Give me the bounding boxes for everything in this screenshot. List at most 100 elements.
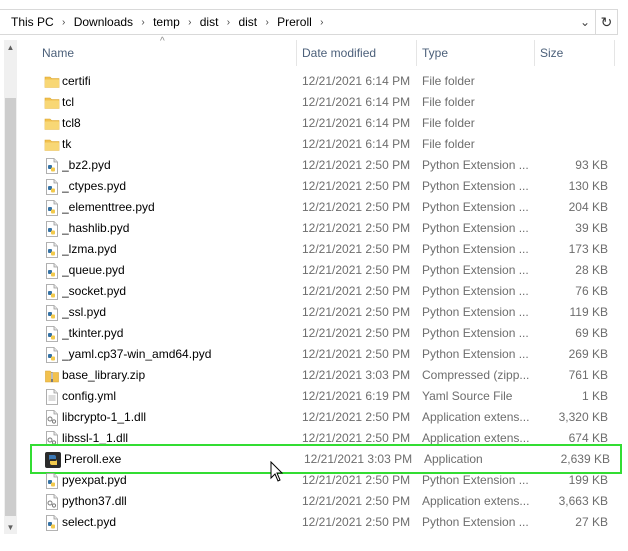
file-type: Python Extension ... [422,263,529,277]
file-row[interactable]: _socket.pyd 12/21/2021 2:50 PM Python Exte… [30,281,624,302]
breadcrumb-separator-icon[interactable]: › [134,17,152,28]
folder-icon [44,74,60,90]
file-size: 28 KB [575,263,608,277]
breadcrumb-item[interactable]: dist [199,15,220,29]
file-name: base_library.zip [62,368,146,382]
python-file-icon [44,221,60,237]
file-row[interactable]: _elementtree.pyd 12/21/2021 2:50 PM Python… [30,197,624,218]
file-name: config.yml [62,389,117,403]
column-header-type[interactable]: Type [416,40,534,66]
file-name: _queue.pyd [62,263,125,277]
address-field[interactable]: This PC › Downloads › temp › dist › dist › Preroll… [0,9,596,35]
breadcrumb-item[interactable]: dist [237,15,258,29]
file-size: 69 KB [575,326,608,340]
file-size: 204 KB [568,200,608,214]
file-row[interactable]: certifi 12/21/2021 6:14 PM File folder [30,71,624,92]
python-exe-icon [44,451,61,468]
column-divider[interactable] [614,40,615,66]
file-date: 12/21/2021 6:14 PM [302,74,411,88]
file-name: _socket.pyd [62,284,127,298]
file-type: Python Extension ... [422,242,529,256]
file-date: 12/21/2021 3:03 PM [302,368,411,382]
file-name: pyexpat.pyd [62,473,127,487]
breadcrumb-separator-icon[interactable]: › [55,17,73,28]
python-file-icon [44,158,60,174]
file-row[interactable]: tcl 12/21/2021 6:14 PM File folder [30,92,624,113]
file-type: Compressed (zipp... [422,368,530,382]
column-header-size[interactable]: Size [534,40,614,66]
breadcrumb-item[interactable]: temp [152,15,181,29]
file-type: Python Extension ... [422,326,529,340]
file-size: 2,639 KB [560,452,610,466]
file-name: _elementtree.pyd [62,200,155,214]
file-name: _ctypes.pyd [62,179,127,193]
file-name: tcl [62,95,74,109]
column-header-date[interactable]: Date modified [296,40,416,66]
breadcrumb-separator-icon[interactable]: › [258,17,276,28]
file-type: Python Extension ... [422,305,529,319]
file-type: Python Extension ... [422,473,529,487]
file-row[interactable]: _hashlib.pyd 12/21/2021 2:50 PM Python Ext… [30,218,624,239]
file-date: 12/21/2021 2:50 PM [302,263,411,277]
file-type: Application [424,452,483,466]
file-date: 12/21/2021 2:50 PM [302,200,411,214]
file-type: File folder [422,95,475,109]
file-type: File folder [422,116,475,130]
file-date: 12/21/2021 2:50 PM [302,515,411,529]
python-file-icon [44,200,60,216]
file-row[interactable]: libcrypto-1_1.dll 12/21/2021 2:50 PM Appli… [30,407,624,428]
file-type: Python Extension ... [422,284,529,298]
file-row[interactable]: pyexpat.pyd 12/21/2021 2:50 PM Python Exte… [30,470,624,491]
file-type: Python Extension ... [422,347,529,361]
python-file-icon [44,326,60,342]
file-size: 39 KB [575,221,608,235]
breadcrumb-separator-icon[interactable]: › [313,17,331,28]
file-row[interactable]: _tkinter.pyd 12/21/2021 2:50 PM Python Ext… [30,323,624,344]
file-type: Application extens... [422,494,530,508]
folder-icon [44,137,60,153]
dll-file-icon [44,494,60,510]
scrollbar-thumb[interactable] [5,98,16,516]
address-bar[interactable]: This PC › Downloads › temp › dist › dist › Preroll… [0,9,628,35]
vertical-scrollbar[interactable]: ▲ ▼ [4,40,17,534]
breadcrumb: This PC › Downloads › temp › dist › dist › Preroll… [10,10,331,34]
file-type: Yaml Source File [422,389,513,403]
file-row[interactable]: tk 12/21/2021 6:14 PM File folder [30,134,624,155]
breadcrumb-separator-icon[interactable]: › [181,17,199,28]
file-row[interactable]: _ctypes.pyd 12/21/2021 2:50 PM Python Exte… [30,176,624,197]
file-size: 761 KB [568,368,608,382]
file-row[interactable]: _yaml.cp37-win_amd64.pyd 12/21/2021 2:50 … [30,344,624,365]
file-date: 12/21/2021 6:19 PM [302,389,411,403]
text-file-icon [44,389,60,405]
breadcrumb-item[interactable]: This PC [10,15,55,29]
file-type: File folder [422,137,475,151]
file-size [538,113,608,134]
file-size: 93 KB [575,158,608,172]
file-size [538,134,608,155]
column-header-name[interactable]: Name [36,40,296,66]
file-row[interactable]: python37.dll 12/21/2021 2:50 PM Applicatio… [30,491,624,512]
breadcrumb-item[interactable]: Preroll [276,15,313,29]
breadcrumb-separator-icon[interactable]: › [219,17,237,28]
file-size: 27 KB [575,515,608,529]
file-row[interactable]: _lzma.pyd 12/21/2021 2:50 PM Python Extens… [30,239,624,260]
file-row[interactable]: _bz2.pyd 12/21/2021 2:50 PM Python Extensi… [30,155,624,176]
file-row[interactable]: base_library.zip 12/21/2021 3:03 PM Compre… [30,365,624,386]
file-date: 12/21/2021 2:50 PM [302,284,411,298]
refresh-button[interactable]: ↻ [596,9,618,35]
file-row[interactable]: _queue.pyd 12/21/2021 2:50 PM Python Exten… [30,260,624,281]
file-date: 12/21/2021 2:50 PM [302,410,411,424]
file-row[interactable]: _ssl.pyd 12/21/2021 2:50 PM Python Extensi… [30,302,624,323]
refresh-icon: ↻ [600,13,613,30]
file-row[interactable]: config.yml 12/21/2021 6:19 PM Yaml Source … [30,386,624,407]
file-row[interactable]: tcl8 12/21/2021 6:14 PM File folder [30,113,624,134]
python-file-icon [44,515,60,531]
file-date: 12/21/2021 2:50 PM [302,494,411,508]
file-size: 3,663 KB [558,494,608,508]
scroll-down-arrow-icon[interactable]: ▼ [4,520,17,534]
file-row[interactable]: select.pyd 12/21/2021 2:50 PM Python Exten… [30,512,624,533]
scroll-up-arrow-icon[interactable]: ▲ [4,40,17,54]
python-file-icon [44,284,60,300]
address-history-chevron-icon[interactable]: ⌄ [574,10,596,34]
breadcrumb-item[interactable]: Downloads [73,15,134,29]
